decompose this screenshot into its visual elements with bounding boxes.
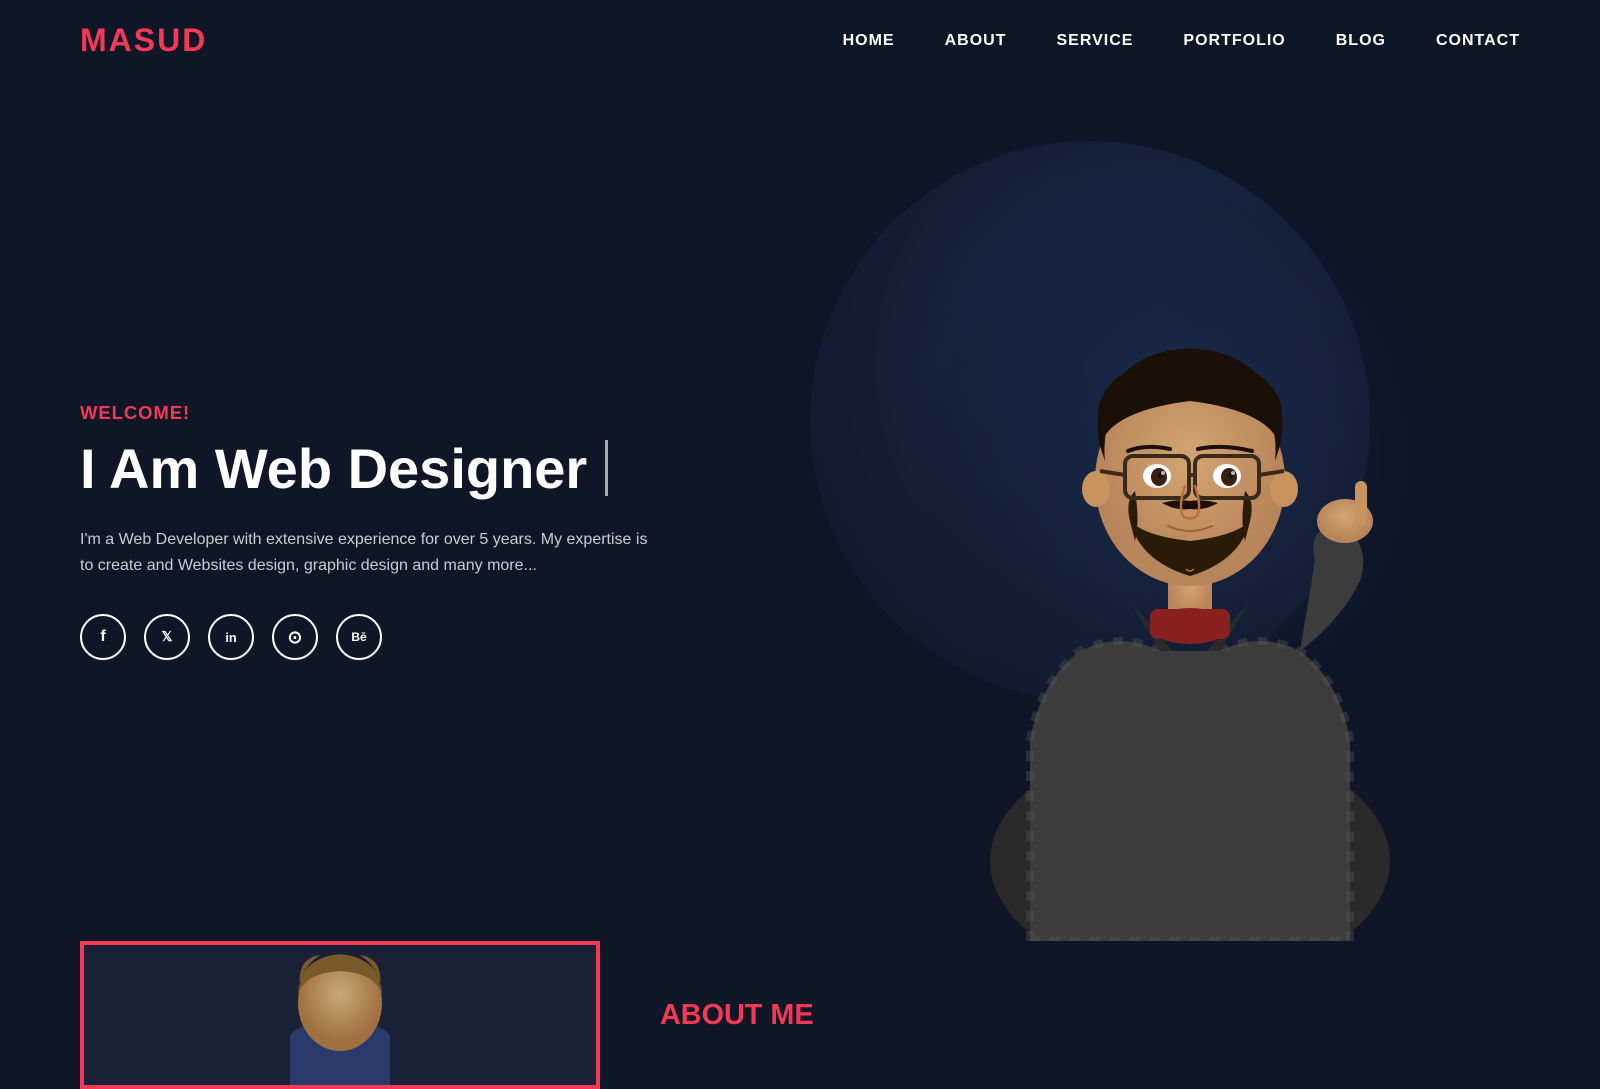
nav-item-portfolio[interactable]: PORTFOLIO xyxy=(1183,32,1285,50)
social-icon-linkedin[interactable]: in xyxy=(208,614,254,660)
nav-link-service[interactable]: SERVICE xyxy=(1056,32,1133,49)
nav-item-blog[interactable]: BLOG xyxy=(1336,32,1386,50)
navbar: MASUD HOME ABOUT SERVICE PORTFOLIO BLOG … xyxy=(0,0,1600,81)
hero-section: WELCOME! I Am Web Designer I'm a Web Dev… xyxy=(0,81,1600,941)
hero-person-image xyxy=(900,141,1480,941)
about-heading: ABOUT ME xyxy=(660,999,814,1032)
hero-description: I'm a Web Developer with extensive exper… xyxy=(80,527,650,578)
social-icon-behance[interactable]: Bē xyxy=(336,614,382,660)
nav-link-contact[interactable]: CONTACT xyxy=(1436,32,1520,49)
hero-image-area xyxy=(780,81,1600,941)
hero-title: I Am Web Designer xyxy=(80,438,650,500)
nav-item-service[interactable]: SERVICE xyxy=(1056,32,1133,50)
welcome-text: WELCOME! xyxy=(80,402,650,424)
about-image-box xyxy=(80,941,600,1089)
nav-link-about[interactable]: ABOUT xyxy=(945,32,1007,49)
about-strip: ABOUT ME xyxy=(0,941,1600,1089)
nav-item-home[interactable]: HOME xyxy=(843,32,895,50)
social-icon-twitter[interactable]: 𝕏 xyxy=(144,614,190,660)
nav-link-portfolio[interactable]: PORTFOLIO xyxy=(1183,32,1285,49)
nav-item-about[interactable]: ABOUT xyxy=(945,32,1007,50)
social-icons-list: f 𝕏 in ⊙ Bē xyxy=(80,614,650,660)
nav-links: HOME ABOUT SERVICE PORTFOLIO BLOG CONTAC… xyxy=(843,32,1520,50)
nav-link-home[interactable]: HOME xyxy=(843,32,895,49)
social-icon-facebook[interactable]: f xyxy=(80,614,126,660)
site-logo[interactable]: MASUD xyxy=(80,22,207,59)
social-icon-instagram[interactable]: ⊙ xyxy=(272,614,318,660)
nav-item-contact[interactable]: CONTACT xyxy=(1436,32,1520,50)
hero-content: WELCOME! I Am Web Designer I'm a Web Dev… xyxy=(80,362,650,661)
nav-link-blog[interactable]: BLOG xyxy=(1336,32,1386,49)
about-text-area: ABOUT ME xyxy=(600,941,874,1089)
